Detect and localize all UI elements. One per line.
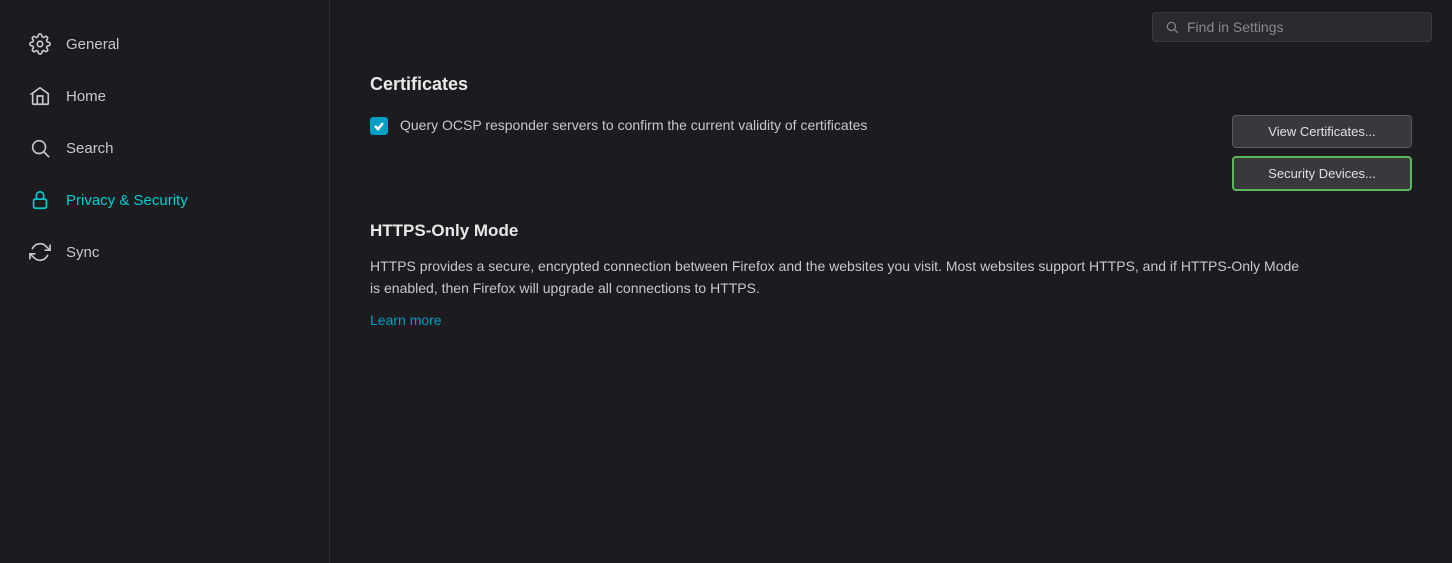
learn-more-link[interactable]: Learn more	[370, 312, 442, 328]
home-icon	[28, 84, 52, 108]
sync-icon	[28, 240, 52, 264]
sidebar-item-label: Privacy & Security	[66, 192, 188, 209]
find-in-settings-input[interactable]	[1187, 19, 1419, 35]
sidebar-item-sync[interactable]: Sync	[8, 230, 321, 274]
sidebar-item-general[interactable]: General	[8, 22, 321, 66]
search-sidebar-icon	[28, 136, 52, 160]
lock-icon	[28, 188, 52, 212]
sidebar-item-search[interactable]: Search	[8, 126, 321, 170]
sidebar-item-privacy-security[interactable]: Privacy & Security	[8, 178, 321, 222]
sidebar: General Home Search Privacy & Security	[0, 0, 330, 563]
main-content: Certificates Query OCSP responder server…	[330, 0, 1452, 563]
ocsp-checkbox[interactable]	[370, 117, 388, 135]
certificates-left: Query OCSP responder servers to confirm …	[370, 115, 1170, 136]
sidebar-item-label: Sync	[66, 244, 99, 261]
https-only-description: HTTPS provides a secure, encrypted conne…	[370, 255, 1310, 300]
ocsp-checkbox-wrap[interactable]	[370, 117, 388, 135]
https-only-section: HTTPS-Only Mode HTTPS provides a secure,…	[370, 221, 1412, 330]
find-in-settings-icon	[1165, 20, 1179, 34]
certificates-title: Certificates	[370, 74, 1412, 95]
content-section: Certificates Query OCSP responder server…	[330, 54, 1452, 563]
gear-icon	[28, 32, 52, 56]
https-only-title: HTTPS-Only Mode	[370, 221, 1412, 241]
sidebar-item-label: Home	[66, 88, 106, 105]
view-certificates-button[interactable]: View Certificates...	[1232, 115, 1412, 148]
security-devices-button[interactable]: Security Devices...	[1232, 156, 1412, 191]
certificates-row: Query OCSP responder servers to confirm …	[370, 115, 1412, 191]
top-bar	[330, 0, 1452, 54]
sidebar-item-label: General	[66, 36, 119, 53]
certificates-buttons: View Certificates... Security Devices...	[1232, 115, 1412, 191]
settings-search-box[interactable]	[1152, 12, 1432, 42]
ocsp-label: Query OCSP responder servers to confirm …	[400, 115, 867, 136]
sidebar-item-home[interactable]: Home	[8, 74, 321, 118]
sidebar-item-label: Search	[66, 140, 114, 157]
